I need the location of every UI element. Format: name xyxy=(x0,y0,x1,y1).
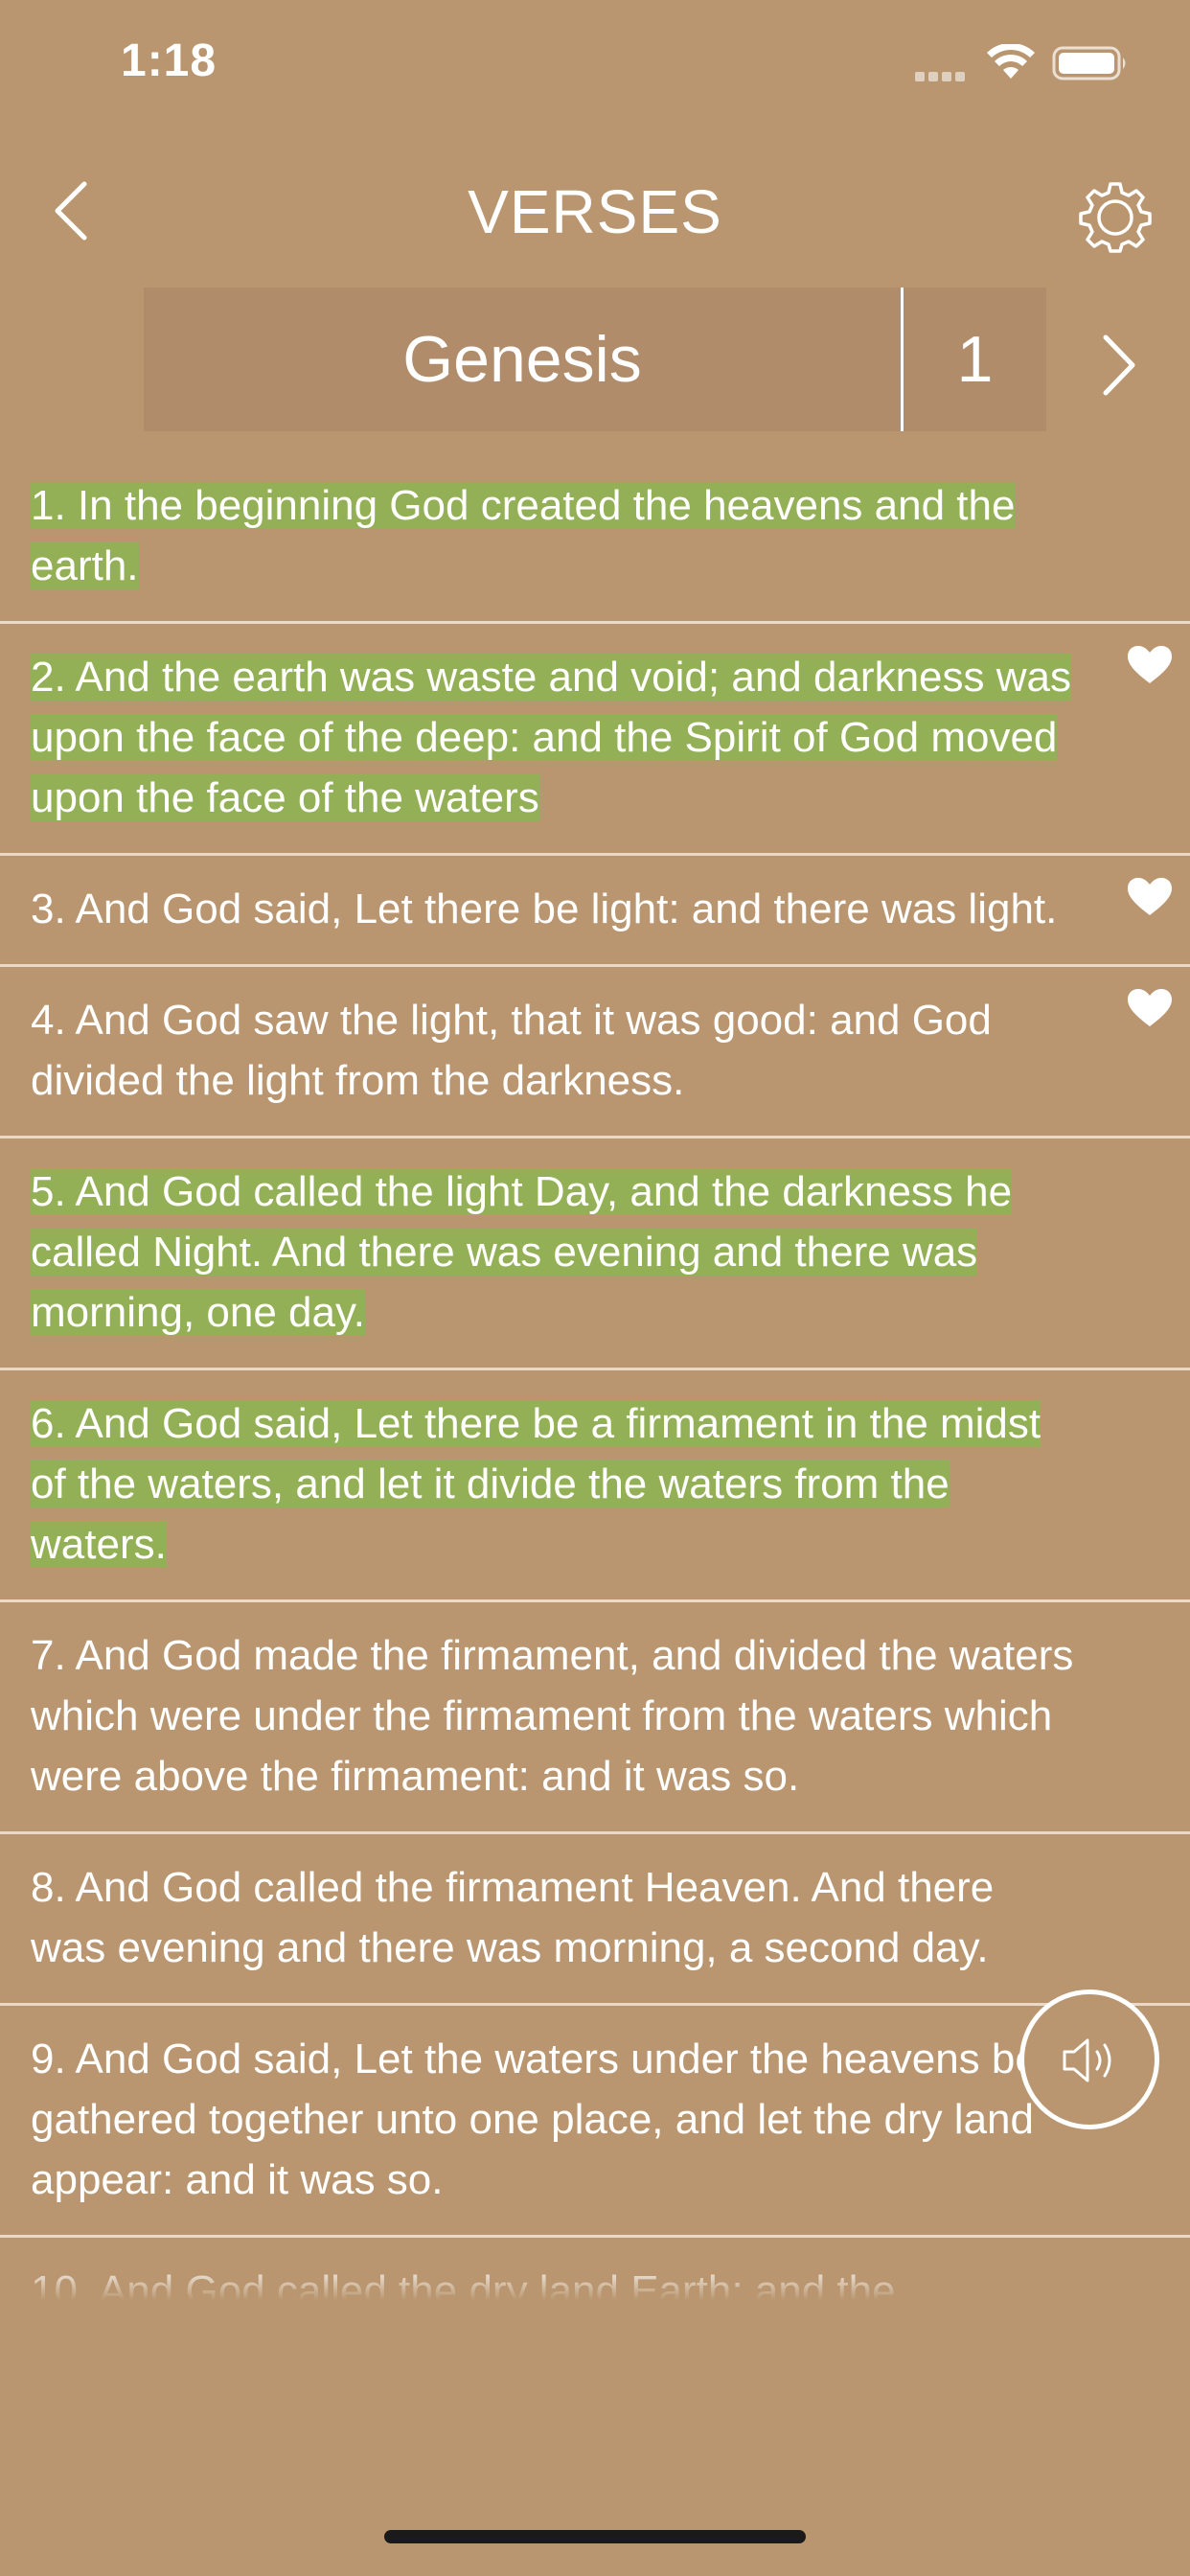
gear-icon[interactable] xyxy=(1079,180,1152,253)
verse-text: 2. And the earth was waste and void; and… xyxy=(31,654,1071,821)
verse-list[interactable]: 1. In the beginning God created the heav… xyxy=(0,452,1190,2300)
verse-item[interactable]: 7. And God made the firmament, and divid… xyxy=(0,1602,1190,1834)
verse-item[interactable]: 1. In the beginning God created the heav… xyxy=(0,452,1190,624)
verse-item[interactable]: 2. And the earth was waste and void; and… xyxy=(0,624,1190,856)
heart-icon[interactable] xyxy=(1127,645,1173,685)
verse-item[interactable]: 9. And God said, Let the waters under th… xyxy=(0,2006,1190,2238)
verse-text: 1. In the beginning God created the heav… xyxy=(31,482,1016,589)
verse-item[interactable]: 8. And God called the firmament Heaven. … xyxy=(0,1834,1190,2006)
chapter-select[interactable]: 1 xyxy=(904,288,1046,431)
book-select[interactable]: Genesis xyxy=(144,288,901,431)
verse-text: 5. And God called the light Day, and the… xyxy=(31,1168,1013,1336)
page-title: VERSES xyxy=(468,177,722,246)
status-time: 1:18 xyxy=(121,35,217,86)
verse-item[interactable]: 10. And God called the dry land Earth; a… xyxy=(0,2238,1190,2300)
battery-icon xyxy=(1052,46,1126,80)
verse-item[interactable]: 6. And God said, Let there be a firmamen… xyxy=(0,1370,1190,1602)
audio-button-circle[interactable] xyxy=(1019,1990,1159,2129)
audio-play-button[interactable] xyxy=(1019,1990,1190,2129)
status-bar: 1:18 xyxy=(0,0,1190,129)
verse-text: 9. And God said, Let the waters under th… xyxy=(31,2036,1039,2203)
verse-item[interactable]: 5. And God called the light Day, and the… xyxy=(0,1138,1190,1370)
cellular-signal-icon xyxy=(915,69,971,81)
book-chapter-selector: Genesis 1 xyxy=(144,288,1046,431)
verse-text: 4. And God saw the light, that it was go… xyxy=(31,997,992,1104)
chevron-right-icon[interactable] xyxy=(1098,332,1140,399)
home-indicator xyxy=(384,2530,806,2543)
verse-text: 8. And God called the firmament Heaven. … xyxy=(31,1864,995,1971)
nav-bar: VERSES xyxy=(0,153,1190,268)
verse-item[interactable]: 4. And God saw the light, that it was go… xyxy=(0,967,1190,1138)
verse-text: 7. And God made the firmament, and divid… xyxy=(31,1632,1074,1800)
verse-item[interactable]: 3. And God said, Let there be light: and… xyxy=(0,856,1190,967)
wifi-icon xyxy=(987,44,1035,79)
verse-text: 10. And God called the dry land Earth; a… xyxy=(31,2267,896,2300)
speaker-icon xyxy=(1063,2038,1111,2082)
verse-text: 6. And God said, Let there be a firmamen… xyxy=(31,1400,1041,1568)
verse-text: 3. And God said, Let there be light: and… xyxy=(31,886,1058,932)
heart-icon[interactable] xyxy=(1127,988,1173,1028)
heart-icon[interactable] xyxy=(1127,877,1173,917)
